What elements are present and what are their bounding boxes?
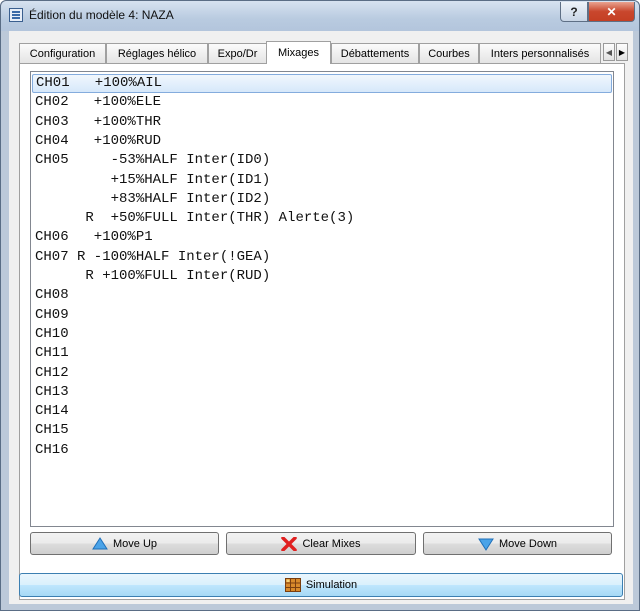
mix-list[interactable]: CH01 +100%AIL CH02 +100%ELE CH03 +100%THR C…: [30, 71, 614, 527]
editor-window: Édition du modèle 4: NAZA ? ✕ Configurat…: [0, 0, 640, 611]
tab-mixages[interactable]: Mixages: [266, 41, 331, 64]
tab-reglages-helico[interactable]: Réglages hélico: [106, 43, 208, 63]
app-window-icon: [9, 8, 23, 22]
mix-list-row[interactable]: CH12: [32, 364, 612, 383]
tab-courbes[interactable]: Courbes: [419, 43, 479, 63]
mix-list-row[interactable]: CH11: [32, 344, 612, 363]
mix-list-row[interactable]: CH15: [32, 421, 612, 440]
move-up-label: Move Up: [112, 537, 158, 550]
clear-mixes-label: Clear Mixes: [302, 537, 361, 550]
blue-up-arrow-icon: [92, 536, 108, 551]
tab-scroll-right-icon[interactable]: ▶: [616, 43, 628, 61]
help-button[interactable]: ?: [560, 2, 588, 22]
mix-list-row[interactable]: CH02 +100%ELE: [32, 93, 612, 112]
tab-debattements[interactable]: Débattements: [331, 43, 419, 63]
mix-list-row[interactable]: CH04 +100%RUD: [32, 132, 612, 151]
mix-list-row[interactable]: CH09: [32, 306, 612, 325]
grid-calculator-icon: [284, 578, 301, 592]
tab-scroll-left-icon[interactable]: ◀: [603, 43, 615, 61]
mix-list-row[interactable]: R +100%FULL Inter(RUD): [32, 267, 612, 286]
mix-list-row[interactable]: CH01 +100%AIL: [32, 74, 612, 93]
move-up-button[interactable]: Move Up: [30, 532, 219, 555]
blue-down-arrow-icon: [478, 537, 494, 551]
mix-list-row[interactable]: +83%HALF Inter(ID2): [32, 190, 612, 209]
move-down-button[interactable]: Move Down: [423, 532, 612, 555]
tab-configuration[interactable]: Configuration: [19, 43, 106, 63]
mix-list-row[interactable]: CH07 R -100%HALF Inter(!GEA): [32, 248, 612, 267]
mix-list-row[interactable]: CH16: [32, 441, 612, 460]
mix-list-row[interactable]: CH14: [32, 402, 612, 421]
move-down-label: Move Down: [498, 537, 558, 550]
simulation-button[interactable]: Simulation: [19, 573, 623, 597]
tab-expo-dr[interactable]: Expo/Dr: [208, 43, 267, 63]
tab-inters-personnalises[interactable]: Inters personnalisés: [479, 43, 601, 63]
window-title: Édition du modèle 4: NAZA: [29, 8, 174, 22]
close-button[interactable]: ✕: [588, 2, 635, 22]
mix-list-row[interactable]: CH13: [32, 383, 612, 402]
clear-mixes-button[interactable]: Clear Mixes: [226, 532, 416, 555]
red-x-icon: [281, 535, 298, 552]
title-bar[interactable]: Édition du modèle 4: NAZA ? ✕: [1, 1, 639, 31]
simulation-label: Simulation: [305, 579, 358, 591]
mixages-panel: CH01 +100%AIL CH02 +100%ELE CH03 +100%THR C…: [19, 63, 625, 600]
tab-bar: Configuration Réglages hélico Expo/Dr Mi…: [19, 41, 629, 64]
mix-list-row[interactable]: R +50%FULL Inter(THR) Alerte(3): [32, 209, 612, 228]
mix-list-row[interactable]: CH05 -53%HALF Inter(ID0): [32, 151, 612, 170]
mix-list-row[interactable]: CH06 +100%P1: [32, 228, 612, 247]
mix-list-row[interactable]: CH10: [32, 325, 612, 344]
mix-list-row[interactable]: CH03 +100%THR: [32, 113, 612, 132]
mix-list-row[interactable]: +15%HALF Inter(ID1): [32, 171, 612, 190]
window-client-area: Configuration Réglages hélico Expo/Dr Mi…: [9, 31, 633, 604]
mix-list-row[interactable]: CH08: [32, 286, 612, 305]
